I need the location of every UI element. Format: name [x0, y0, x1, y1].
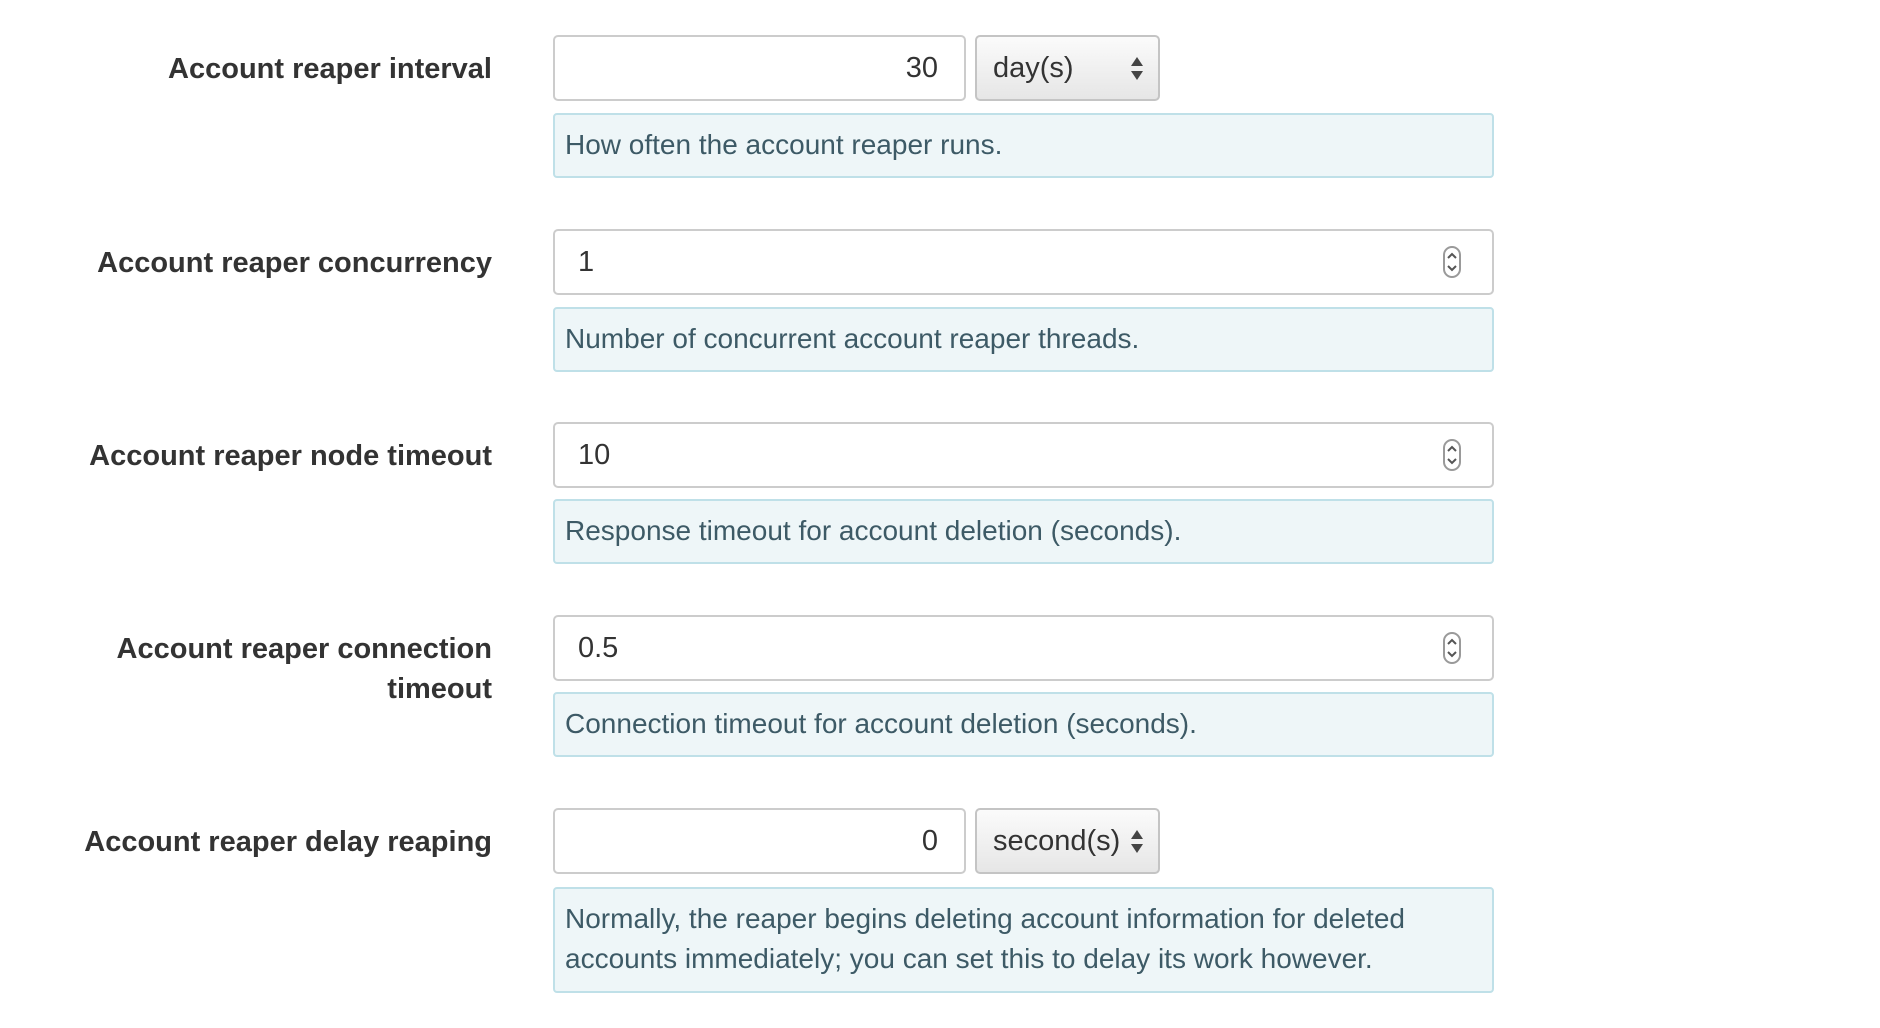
interval-input[interactable]: 30 — [553, 35, 966, 101]
delay-reaping-help: Normally, the reaper begins deleting acc… — [553, 887, 1494, 993]
interval-unit-select[interactable]: day(s) — [975, 35, 1160, 101]
connection-timeout-label-line1: Account reaper connection — [116, 633, 492, 665]
interval-unit-value: day(s) — [993, 52, 1074, 84]
updown-triangles-icon — [1131, 830, 1143, 853]
connection-timeout-label-line2: timeout — [387, 673, 492, 705]
connection-timeout-label: Account reaper connection timeout — [52, 629, 492, 709]
number-spinner-icon[interactable] — [1443, 439, 1461, 471]
delay-reaping-label: Account reaper delay reaping — [84, 826, 492, 858]
concurrency-label: Account reaper concurrency — [97, 247, 492, 279]
concurrency-input[interactable]: 1 — [553, 229, 1494, 295]
delay-reaping-help-line1: Normally, the reaper begins deleting acc… — [565, 903, 1405, 934]
delay-reaping-input[interactable]: 0 — [553, 808, 966, 874]
interval-help: How often the account reaper runs. — [553, 113, 1494, 178]
delay-reaping-help-line2: accounts immediately; you can set this t… — [565, 943, 1373, 974]
number-spinner-icon[interactable] — [1443, 632, 1461, 664]
number-spinner-icon[interactable] — [1443, 246, 1461, 278]
node-timeout-value: 10 — [578, 439, 611, 471]
connection-timeout-input[interactable]: 0.5 — [553, 615, 1494, 681]
concurrency-help: Number of concurrent account reaper thre… — [553, 307, 1494, 372]
node-timeout-input[interactable]: 10 — [553, 422, 1494, 488]
delay-reaping-unit-select[interactable]: second(s) — [975, 808, 1160, 874]
delay-reaping-unit-value: second(s) — [993, 825, 1121, 857]
concurrency-value: 1 — [578, 246, 595, 278]
interval-label: Account reaper interval — [168, 53, 492, 85]
connection-timeout-help: Connection timeout for account deletion … — [553, 692, 1494, 757]
updown-triangles-icon — [1131, 57, 1143, 80]
node-timeout-label: Account reaper node timeout — [89, 440, 492, 472]
connection-timeout-value: 0.5 — [578, 632, 619, 664]
node-timeout-help: Response timeout for account deletion (s… — [553, 499, 1494, 564]
